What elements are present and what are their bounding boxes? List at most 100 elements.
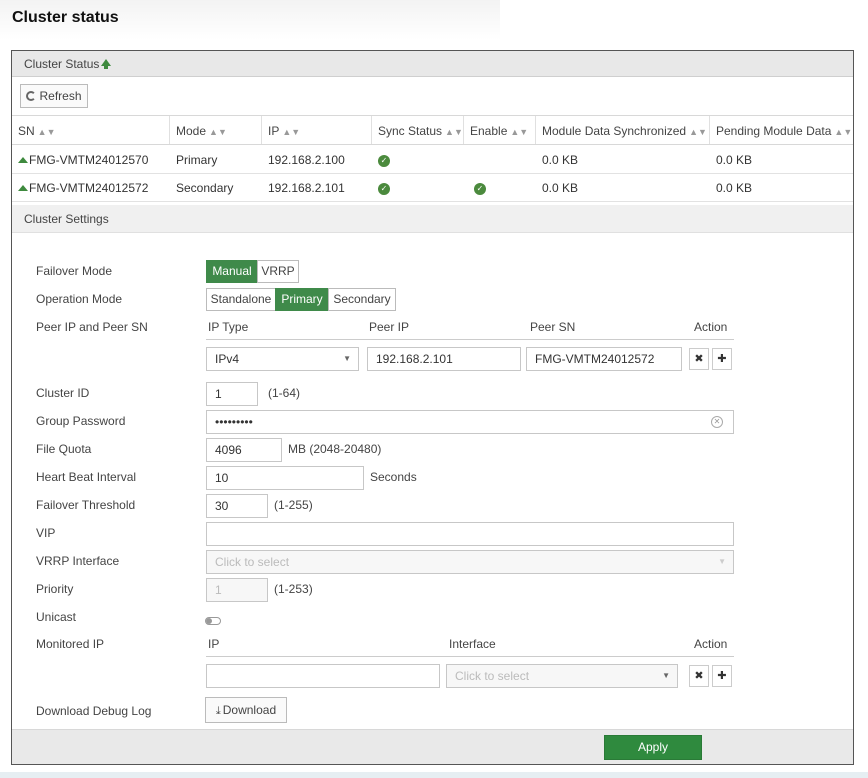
refresh-icon — [26, 91, 37, 101]
file-quota-input[interactable]: 4096 — [206, 438, 282, 462]
vrrp-interface-placeholder: Click to select — [215, 555, 290, 569]
peer-action-header: Action — [694, 320, 728, 334]
col-enable-label: Enable — [470, 124, 508, 138]
check-icon: ✓ — [378, 182, 390, 195]
cell-enable: ✓ — [464, 174, 486, 201]
operation-secondary-option[interactable]: Secondary — [328, 288, 396, 311]
panel-title: Cluster Status — [24, 57, 100, 71]
group-password-value: ••••••••• — [215, 415, 253, 429]
monitored-ip-col-header: IP — [208, 637, 220, 651]
peer-ip-type-header: IP Type — [208, 320, 249, 334]
sort-icon: ▲▼ — [37, 127, 56, 137]
secondary-arrow-icon — [18, 185, 28, 191]
unicast-toggle[interactable] — [205, 617, 221, 625]
sort-icon: ▲▼ — [445, 127, 463, 137]
cell-sn-text: FMG-VMTM24012570 — [29, 153, 149, 167]
operation-primary-option[interactable]: Primary — [275, 288, 329, 311]
bottom-edge — [0, 772, 868, 778]
col-enable[interactable]: Enable ▲▼ — [464, 116, 536, 144]
priority-input[interactable]: 1 — [206, 578, 268, 602]
cluster-id-label: Cluster ID — [36, 386, 90, 400]
peer-label: Peer IP and Peer SN — [36, 320, 148, 334]
footer-bar: Apply — [12, 729, 853, 764]
table-row[interactable]: FMG-VMTM24012570 Primary 192.168.2.100 ✓… — [12, 146, 853, 174]
monitored-action-col-header: Action — [694, 637, 728, 651]
peer-add-button[interactable]: ✚ — [712, 348, 732, 370]
col-ip[interactable]: IP ▲▼ — [262, 116, 372, 144]
sort-icon: ▲▼ — [510, 127, 529, 137]
peer-sn-input[interactable]: FMG-VMTM24012572 — [526, 347, 682, 371]
cell-sn: FMG-VMTM24012572 — [12, 174, 148, 201]
group-password-label: Group Password — [36, 414, 126, 428]
peer-ip-input[interactable]: 192.168.2.101 — [367, 347, 521, 371]
cell-sn: FMG-VMTM24012570 — [12, 146, 148, 173]
cell-pending: 0.0 KB — [716, 181, 753, 195]
clear-icon[interactable]: ✕ — [711, 416, 723, 428]
col-sn-label: SN — [18, 124, 35, 138]
panel-header: Cluster Status — [12, 51, 853, 77]
col-sn[interactable]: SN ▲▼ — [12, 116, 170, 144]
col-mode[interactable]: Mode ▲▼ — [170, 116, 262, 144]
heart-beat-input[interactable]: 10 — [206, 466, 364, 490]
check-icon: ✓ — [378, 154, 390, 167]
cell-sn-text: FMG-VMTM24012572 — [29, 181, 149, 195]
col-sync-label: Sync Status — [378, 124, 443, 138]
cell-ip: 192.168.2.100 — [268, 153, 345, 167]
refresh-button[interactable]: Refresh — [20, 84, 88, 108]
col-pending-label: Pending Module Data — [716, 124, 832, 138]
monitored-interface-col-header: Interface — [449, 637, 496, 651]
sort-icon: ▲▼ — [209, 127, 227, 137]
cluster-status-panel: Cluster Status Refresh SN ▲▼ Mode ▲▼ IP ▲▼ … — [11, 50, 854, 765]
download-label: Download — [222, 703, 277, 717]
col-module-label: Module Data Synchronized — [542, 124, 687, 138]
operation-mode-label: Operation Mode — [36, 292, 123, 306]
download-button[interactable]: ⤓ Download — [205, 697, 287, 723]
priority-label: Priority — [36, 582, 74, 596]
cell-enable — [464, 146, 470, 173]
heart-beat-hint: Seconds — [370, 470, 417, 484]
table-row[interactable]: FMG-VMTM24012572 Secondary 192.168.2.101… — [12, 174, 853, 202]
sort-icon: ▲▼ — [834, 127, 853, 137]
failover-mode-label: Failover Mode — [36, 264, 113, 278]
peer-divider — [206, 339, 734, 340]
peer-sn-header: Peer SN — [530, 320, 576, 334]
col-mode-label: Mode — [176, 124, 207, 138]
vip-input[interactable] — [206, 522, 734, 546]
group-password-input[interactable]: ••••••••• ✕ — [206, 410, 734, 434]
ip-type-select[interactable]: IPv4 ▼ — [206, 347, 359, 371]
monitored-interface-placeholder: Click to select — [455, 669, 530, 683]
chevron-down-icon: ▼ — [343, 354, 351, 363]
check-icon: ✓ — [474, 182, 486, 195]
failover-threshold-input[interactable]: 30 — [206, 494, 268, 518]
failover-vrrp-option[interactable]: VRRP — [257, 260, 299, 283]
debug-log-label: Download Debug Log — [36, 704, 152, 718]
cluster-id-input[interactable]: 1 — [206, 382, 258, 406]
col-module-data[interactable]: Module Data Synchronized ▲▼ — [536, 116, 710, 144]
failover-manual-option[interactable]: Manual — [206, 260, 258, 283]
monitored-divider — [206, 656, 734, 657]
col-pending[interactable]: Pending Module Data ▲▼ — [710, 116, 853, 144]
cell-sync: ✓ — [372, 174, 390, 201]
monitored-add-button[interactable]: ✚ — [712, 665, 732, 687]
col-sync-status[interactable]: Sync Status ▲▼ — [372, 116, 464, 144]
cell-mode: Secondary — [176, 181, 234, 195]
vrrp-interface-select[interactable]: Click to select ▼ — [206, 550, 734, 574]
monitored-ip-input[interactable] — [206, 664, 440, 688]
apply-button[interactable]: Apply — [604, 735, 702, 760]
cell-module-data: 0.0 KB — [542, 181, 579, 195]
cell-ip: 192.168.2.101 — [268, 181, 345, 195]
monitored-delete-button[interactable]: ✖ — [689, 665, 709, 687]
peer-delete-button[interactable]: ✖ — [689, 348, 709, 370]
primary-arrow-icon — [18, 157, 28, 163]
peer-ip-header: Peer IP — [369, 320, 410, 334]
monitored-interface-select[interactable]: Click to select ▼ — [446, 664, 678, 688]
failover-threshold-hint: (1-255) — [274, 498, 313, 512]
up-arrow-icon — [101, 59, 112, 69]
page-title: Cluster status — [12, 9, 119, 26]
chevron-down-icon: ▼ — [718, 557, 726, 566]
vrrp-interface-label: VRRP Interface — [36, 554, 120, 568]
table-header: SN ▲▼ Mode ▲▼ IP ▲▼ Sync Status ▲▼ Enable ▲▼ … — [12, 115, 853, 145]
refresh-label: Refresh — [39, 89, 82, 103]
operation-standalone-option[interactable]: Standalone — [206, 288, 276, 311]
cell-pending: 0.0 KB — [716, 153, 753, 167]
